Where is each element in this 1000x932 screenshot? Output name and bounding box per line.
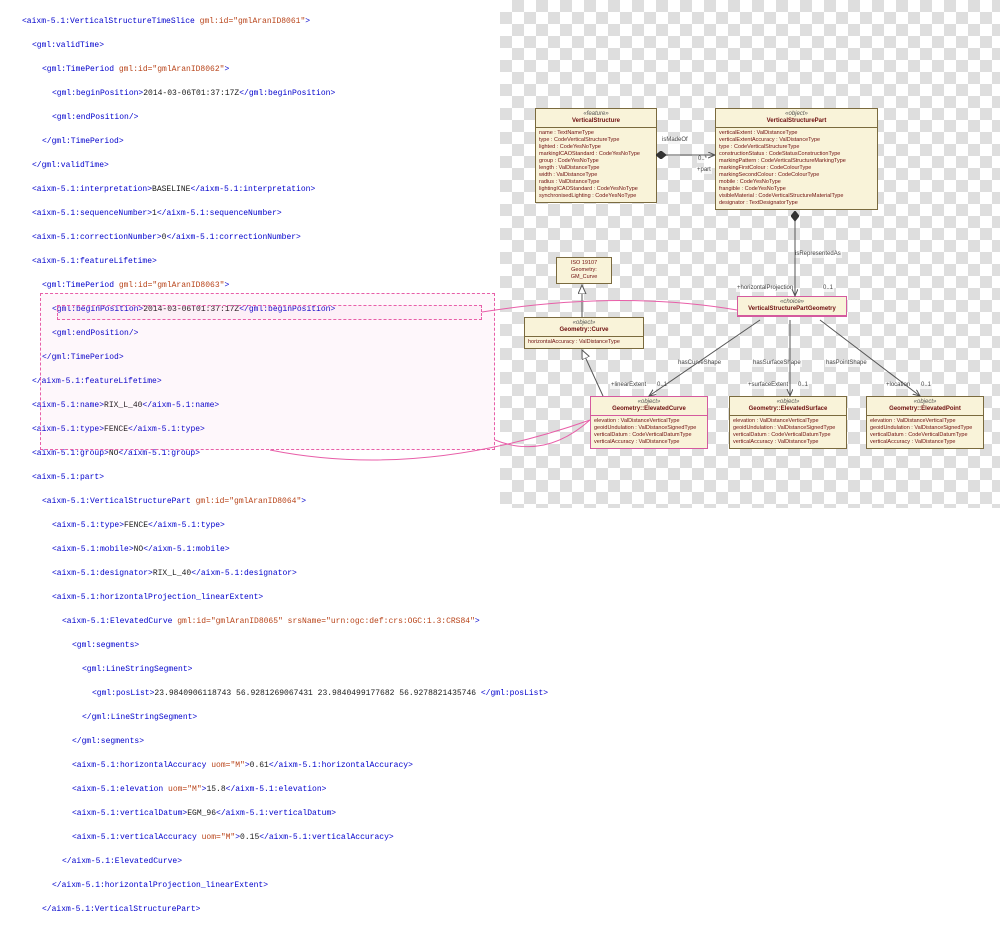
uml-vs-attrs: name : TextNameTypetype : CodeVerticalSt… [536, 128, 656, 202]
uml-esurf-attrs: elevation : ValDistanceVerticalTypegeoid… [730, 416, 846, 448]
uml-elevatedsurface: «object»Geometry::ElevatedSurface elevat… [729, 396, 847, 449]
label-horizproj: +horizontalProjection [736, 285, 794, 292]
uml-iso19107: ISO 19107 Geometry: GM_Curve [556, 257, 612, 284]
label-haspoint: hasPointShape [825, 360, 868, 367]
uml-epoint-attrs: elevation : ValDistanceVerticalTypegeoid… [867, 416, 983, 448]
label-isrepresentedas: isRepresentedAs [794, 251, 842, 258]
uml-verticalstructurepart: «object»VerticalStructurePart verticalEx… [715, 108, 878, 210]
xml-source-block: <aixm-5.1:VerticalStructureTimeSlice gml… [0, 0, 550, 932]
label-surfaceextent: +surfaceExtent [747, 382, 789, 389]
label-zeroone-proj: 0..1 [822, 285, 834, 292]
label-part: +part [696, 167, 712, 174]
label-hascurve: hasCurveShape [677, 360, 722, 367]
label-zeroone-curve: 0..1 [656, 382, 668, 389]
label-ismadeof: isMadeOf [661, 137, 689, 144]
uml-vsp-attrs: verticalExtent : ValDistanceTypevertical… [716, 128, 877, 209]
label-zeroone-point: 0..1 [920, 382, 932, 389]
uml-gcurve-attrs: horizontalAccuracy : ValDistanceType [525, 337, 643, 348]
label-linearextent: +linearExtent [610, 382, 647, 389]
uml-geometry-curve: «object»Geometry::Curve horizontalAccura… [524, 317, 644, 349]
label-location: +location [885, 382, 911, 389]
uml-elevatedcurve: «object»Geometry::ElevatedCurve elevatio… [590, 396, 708, 449]
uml-ecurve-attrs: elevation : ValDistanceVerticalTypegeoid… [591, 416, 707, 448]
label-onestar: 0..* [697, 156, 708, 163]
uml-verticalstructure: «feature»VerticalStructure name : TextNa… [535, 108, 657, 203]
uml-elevatedpoint: «object»Geometry::ElevatedPoint elevatio… [866, 396, 984, 449]
label-zeroone-surf: 0..1 [797, 382, 809, 389]
label-hassurf: hasSurfaceShape [752, 360, 802, 367]
uml-vsp-geometry: «choice»VerticalStructurePartGeometry [737, 296, 847, 317]
